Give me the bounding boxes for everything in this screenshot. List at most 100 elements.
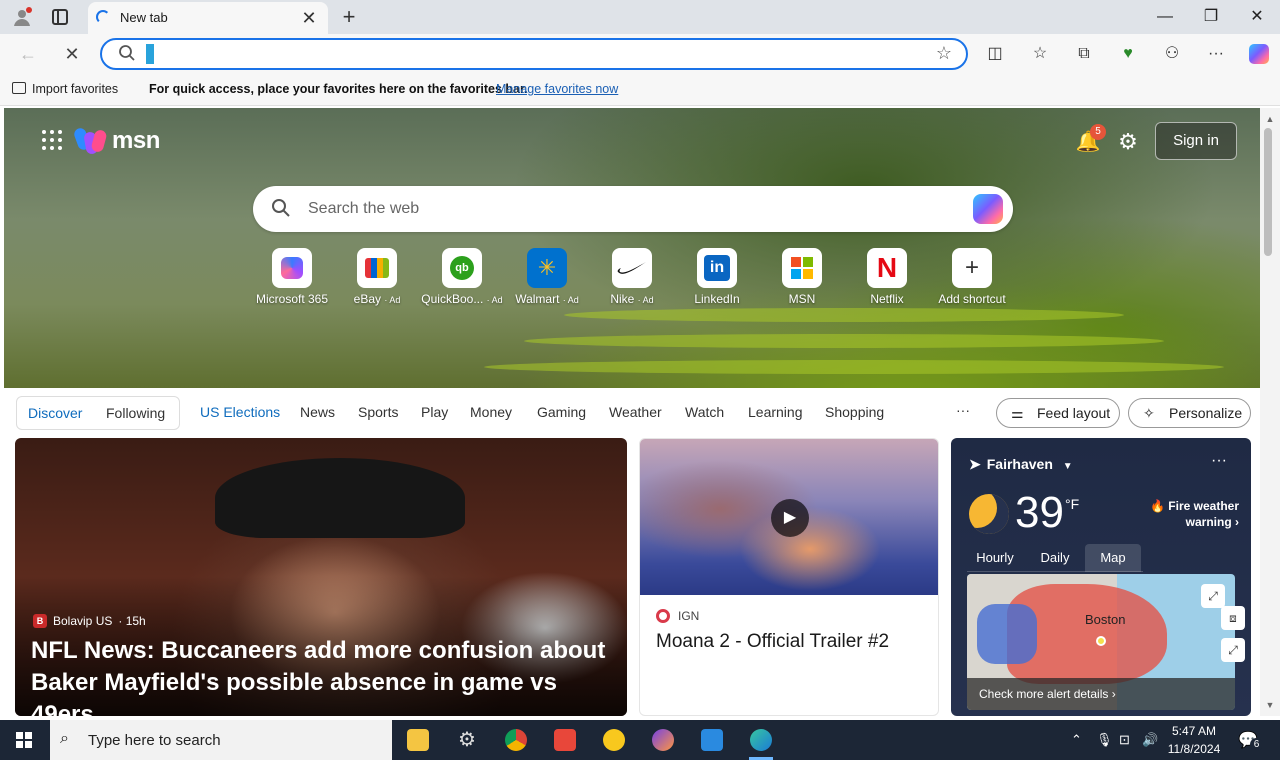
- nav-weather[interactable]: Weather: [609, 404, 662, 420]
- tab-hourly[interactable]: Hourly: [967, 544, 1023, 572]
- close-tab-icon[interactable]: ✕: [298, 7, 320, 29]
- file-explorer-icon[interactable]: [398, 724, 438, 756]
- filezilla-icon[interactable]: [545, 724, 585, 756]
- page-scrollbar[interactable]: ▲ ▼: [1260, 108, 1280, 716]
- favorites-icon[interactable]: ☆: [1024, 38, 1056, 70]
- favorite-star-icon[interactable]: ☆: [936, 43, 952, 64]
- nav-learning[interactable]: Learning: [748, 404, 803, 420]
- tab-new-tab[interactable]: New tab ✕: [88, 2, 328, 34]
- shortcut-nike[interactable]: Nike · Ad: [590, 248, 674, 306]
- extensions-icon[interactable]: ⚇: [1156, 38, 1188, 70]
- web-search-box[interactable]: Search the web: [253, 186, 1013, 232]
- personalize-label: Personalize: [1169, 405, 1243, 421]
- video-story-card[interactable]: ▶ IGN Moana 2 - Official Trailer #2: [639, 438, 939, 716]
- nav-watch[interactable]: Watch: [685, 404, 724, 420]
- msn-logo[interactable]: msn: [72, 126, 160, 156]
- import-favorites-button[interactable]: Import favorites: [12, 82, 118, 96]
- video-title[interactable]: Moana 2 - Official Trailer #2: [656, 631, 889, 653]
- alert-details-link[interactable]: Check more alert details ›: [967, 678, 1235, 710]
- nav-shopping[interactable]: Shopping: [825, 404, 884, 420]
- terrace-decoration: [484, 360, 1224, 374]
- minimize-button[interactable]: —: [1142, 0, 1188, 34]
- scroll-down-arrow-icon[interactable]: ▼: [1260, 700, 1280, 710]
- new-tab-button[interactable]: +: [336, 4, 362, 30]
- fullscreen-map-icon[interactable]: ⤢: [1221, 638, 1245, 662]
- nav-gaming[interactable]: Gaming: [537, 404, 586, 420]
- settings-gear-icon[interactable]: ⚙: [1114, 128, 1142, 156]
- taskbar-clock[interactable]: 5:47 AM 11/8/2024: [1166, 722, 1222, 758]
- copilot-search-icon[interactable]: [973, 194, 1003, 224]
- apps-launcher-icon[interactable]: [42, 130, 62, 150]
- manage-favorites-link[interactable]: Manage favorites now: [496, 82, 618, 96]
- main-story-card[interactable]: B Bolavip US · 15h NFL News: Buccaneers …: [15, 438, 627, 716]
- personalize-button[interactable]: ✧ Personalize: [1128, 398, 1251, 428]
- share-map-icon[interactable]: ⧈: [1221, 606, 1245, 630]
- clock-date: 11/8/2024: [1167, 742, 1221, 756]
- nike-swoosh-icon: [612, 248, 652, 288]
- stop-loading-button[interactable]: ✕: [56, 38, 88, 70]
- remote-desktop-icon[interactable]: [692, 724, 732, 756]
- shortcut-microsoft-365[interactable]: Microsoft 365: [250, 248, 334, 306]
- tab-actions-icon[interactable]: [52, 9, 68, 25]
- nav-news[interactable]: News: [300, 404, 335, 420]
- tab-discover[interactable]: Discover: [28, 405, 82, 421]
- notifications-button[interactable]: 🔔 5: [1074, 124, 1106, 156]
- collections-icon[interactable]: ⧉: [1068, 38, 1100, 70]
- search-icon: [118, 44, 136, 66]
- copilot-icon[interactable]: [1243, 38, 1275, 70]
- network-icon[interactable]: ⊡: [1119, 732, 1130, 748]
- weather-map[interactable]: Boston Check more alert details ›: [967, 574, 1235, 710]
- taskbar-search[interactable]: ⌕ Type here to search: [50, 720, 392, 760]
- scrollbar-thumb[interactable]: [1264, 128, 1272, 256]
- sign-in-button[interactable]: Sign in: [1155, 122, 1237, 160]
- weather-more-icon[interactable]: ···: [1211, 452, 1227, 470]
- shortcut-ebay[interactable]: eBay · Ad: [335, 248, 419, 306]
- restore-button[interactable]: ❐: [1188, 0, 1234, 34]
- shortcut-linkedin[interactable]: in LinkedIn: [675, 248, 759, 306]
- tab-map[interactable]: Map: [1085, 544, 1141, 572]
- firefox-icon[interactable]: [643, 724, 683, 756]
- weather-location[interactable]: ➤ Fairhaven ▼: [969, 456, 1073, 473]
- feed-layout-button[interactable]: ⚌ Feed layout: [996, 398, 1120, 428]
- story-headline[interactable]: NFL News: Buccaneers add more confusion …: [31, 635, 611, 716]
- sliders-icon: ⚌: [1011, 405, 1024, 421]
- more-menu-icon[interactable]: ···: [1200, 38, 1232, 70]
- add-shortcut-button[interactable]: + Add shortcut: [930, 248, 1014, 306]
- nav-play[interactable]: Play: [421, 404, 448, 420]
- split-screen-icon[interactable]: ◫: [979, 38, 1011, 70]
- shortcut-walmart[interactable]: ✳ Walmart · Ad: [505, 248, 589, 306]
- tab-title: New tab: [120, 10, 168, 25]
- browser-essentials-icon[interactable]: ♥: [1112, 38, 1144, 70]
- shortcut-msn[interactable]: MSN: [760, 248, 844, 306]
- shortcut-label: Microsoft 365: [255, 292, 329, 306]
- expand-map-icon[interactable]: ⤢: [1201, 584, 1225, 608]
- microphone-icon[interactable]: 🎙: [1096, 732, 1113, 748]
- weather-alert[interactable]: 🔥 Fire weather warning ›: [1131, 498, 1239, 530]
- chevron-up-icon[interactable]: ⌃: [1071, 732, 1082, 748]
- tab-daily[interactable]: Daily: [1027, 544, 1083, 572]
- nav-sports[interactable]: Sports: [358, 404, 398, 420]
- settings-app-icon[interactable]: ⚙: [447, 724, 487, 756]
- volume-icon[interactable]: 🔊: [1142, 732, 1158, 748]
- shortcut-quickbooks[interactable]: qb QuickBoo... · Ad: [420, 248, 504, 306]
- close-window-button[interactable]: ✕: [1234, 0, 1280, 34]
- chrome-canary-icon[interactable]: [594, 724, 634, 756]
- tab-following[interactable]: Following: [106, 405, 165, 421]
- weather-card: ➤ Fairhaven ▼ ··· 39 °F 🔥 Fire weather wa…: [951, 438, 1251, 716]
- back-button[interactable]: ←: [12, 38, 44, 70]
- chrome-icon[interactable]: [496, 724, 536, 756]
- walmart-icon: ✳: [527, 248, 567, 288]
- address-bar[interactable]: ☆: [100, 38, 968, 70]
- search-placeholder: Search the web: [308, 200, 420, 217]
- nav-us-elections[interactable]: US Elections: [200, 404, 280, 420]
- play-icon[interactable]: ▶: [771, 499, 809, 537]
- temperature-unit[interactable]: °F: [1065, 496, 1079, 512]
- edge-icon[interactable]: [741, 724, 781, 760]
- action-center-icon[interactable]: 💬 6: [1238, 730, 1263, 751]
- windows-start-icon[interactable]: [0, 720, 48, 760]
- nav-money[interactable]: Money: [470, 404, 512, 420]
- profile-icon[interactable]: [12, 7, 32, 27]
- shortcut-netflix[interactable]: N Netflix: [845, 248, 929, 306]
- scroll-up-arrow-icon[interactable]: ▲: [1260, 114, 1280, 124]
- nav-more-button[interactable]: ···: [956, 402, 970, 418]
